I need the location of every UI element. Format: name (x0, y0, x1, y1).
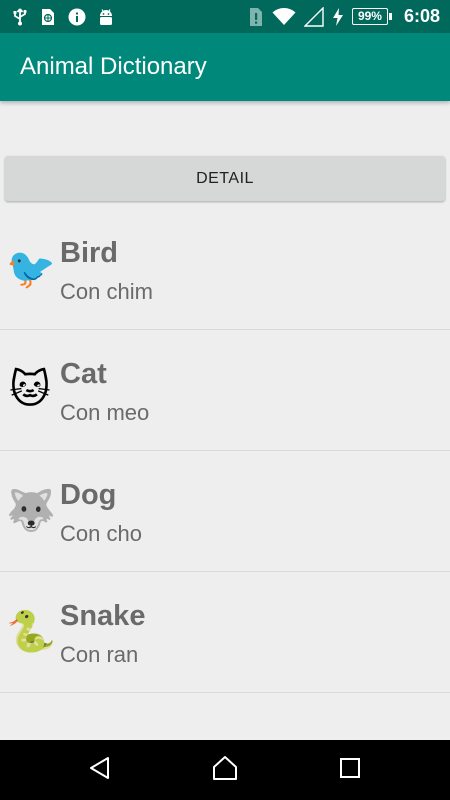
android-debug-icon (98, 8, 114, 26)
battery-level: 99% (351, 8, 388, 25)
animal-translation: Con meo (60, 400, 150, 425)
detail-button[interactable]: DETAIL (5, 156, 445, 201)
home-icon (212, 755, 238, 786)
list-item-dog[interactable]: 🐺 Dog Con cho (0, 451, 450, 572)
status-bar-right: 99% 6:08 (248, 0, 440, 33)
status-clock: 6:08 (403, 6, 440, 26)
animal-name: Bird (60, 237, 118, 269)
info-icon (68, 8, 86, 26)
battery-tip (388, 13, 392, 20)
animal-translation: Con ran (60, 642, 139, 667)
usb-icon (12, 7, 28, 26)
back-button[interactable] (85, 755, 115, 785)
cat-icon: 🐱 (9, 368, 51, 412)
status-bar: 99% 6:08 (0, 0, 450, 33)
list-item-snake[interactable]: 🐍 Snake Con ran (0, 572, 450, 693)
app-title: Animal Dictionary (20, 53, 207, 80)
cell-signal-icon (303, 6, 324, 27)
wifi-icon (272, 7, 296, 26)
animal-translation: Con cho (60, 521, 142, 546)
home-button[interactable] (210, 755, 240, 785)
charging-icon (332, 7, 344, 26)
app-bar: Animal Dictionary (0, 33, 450, 101)
dog-icon: 🐺 (6, 489, 56, 533)
animal-name: Cat (60, 358, 107, 390)
recents-button[interactable] (335, 755, 365, 785)
snake-icon: 🐍 (6, 610, 56, 654)
bird-icon: 🐦 (6, 247, 56, 291)
animal-name: Snake (60, 600, 146, 632)
animal-translation: Con chim (60, 279, 153, 304)
animal-name: Dog (60, 479, 117, 511)
status-bar-left (12, 0, 114, 33)
sim-card-icon (40, 8, 56, 26)
animal-list: 🐦 Bird Con chim 🐱 Cat Con meo 🐺 Dog Con … (0, 209, 450, 693)
list-item-cat[interactable]: 🐱 Cat Con meo (0, 330, 450, 451)
sim-alert-icon (248, 7, 264, 27)
nav-bar (0, 740, 450, 800)
list-item-bird[interactable]: 🐦 Bird Con chim (0, 209, 450, 330)
back-icon (88, 756, 112, 785)
recents-icon (339, 757, 361, 784)
battery-indicator: 99% (351, 8, 392, 25)
